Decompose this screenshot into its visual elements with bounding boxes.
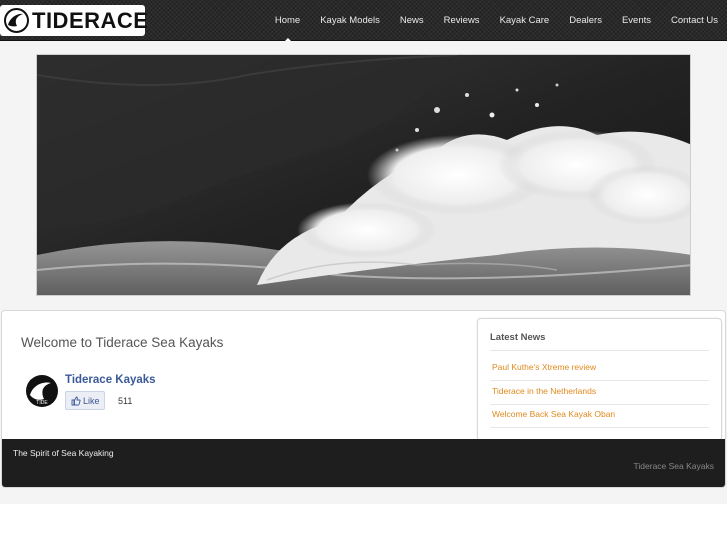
divider: [490, 404, 709, 405]
divider: [490, 350, 709, 351]
site-footer: The Spirit of Sea Kayaking Tiderace Sea …: [2, 439, 725, 487]
nav-kayak-models[interactable]: Kayak Models: [320, 0, 380, 41]
divider: [490, 380, 709, 381]
divider: [490, 427, 709, 428]
wave-on-rock-image: [37, 55, 690, 295]
footer-tagline: The Spirit of Sea Kayaking: [13, 448, 114, 458]
footer-brand: Tiderace Sea Kayaks: [633, 461, 714, 471]
nav-contact-us[interactable]: Contact Us: [671, 0, 718, 41]
nav-news[interactable]: News: [400, 0, 424, 41]
facebook-like-button[interactable]: Like: [65, 391, 105, 410]
site-header: TIDERACE Home Kayak Models News Reviews …: [0, 0, 727, 41]
site-logo[interactable]: TIDERACE: [0, 5, 149, 36]
news-item[interactable]: Tiderace in the Netherlands: [492, 386, 596, 396]
nav-reviews[interactable]: Reviews: [444, 0, 480, 41]
main-navigation: Home Kayak Models News Reviews Kayak Car…: [275, 0, 718, 41]
tiderace-wave-logo-icon: [4, 8, 29, 33]
svg-text:TIDE: TIDE: [36, 400, 48, 406]
nav-home[interactable]: Home: [275, 0, 300, 41]
latest-news-heading: Latest News: [490, 332, 546, 343]
like-label: Like: [83, 395, 100, 406]
nav-kayak-care[interactable]: Kayak Care: [500, 0, 550, 41]
thumbs-up-icon: [71, 396, 81, 405]
news-item[interactable]: Paul Kuthe's Xtreme review: [492, 362, 596, 372]
welcome-heading: Welcome to Tiderace Sea Kayaks: [21, 335, 224, 350]
like-count: 511: [118, 396, 133, 406]
page-bottom: [0, 504, 727, 545]
news-item[interactable]: Welcome Back Sea Kayak Oban: [492, 409, 615, 419]
tiderace-page-avatar-icon[interactable]: TIDE: [24, 373, 60, 409]
latest-news-box: Latest News Paul Kuthe's Xtreme review T…: [477, 318, 722, 441]
nav-events[interactable]: Events: [622, 0, 651, 41]
facebook-like-box: TIDE Tiderace Kayaks Like 511: [24, 373, 224, 413]
facebook-page-name[interactable]: Tiderace Kayaks: [65, 374, 156, 386]
logo-wordmark: TIDERACE: [32, 8, 149, 33]
nav-dealers[interactable]: Dealers: [569, 0, 602, 41]
main-content-panel: Welcome to Tiderace Sea Kayaks TIDE Tide…: [1, 310, 726, 488]
hero-banner-image: [36, 54, 691, 296]
